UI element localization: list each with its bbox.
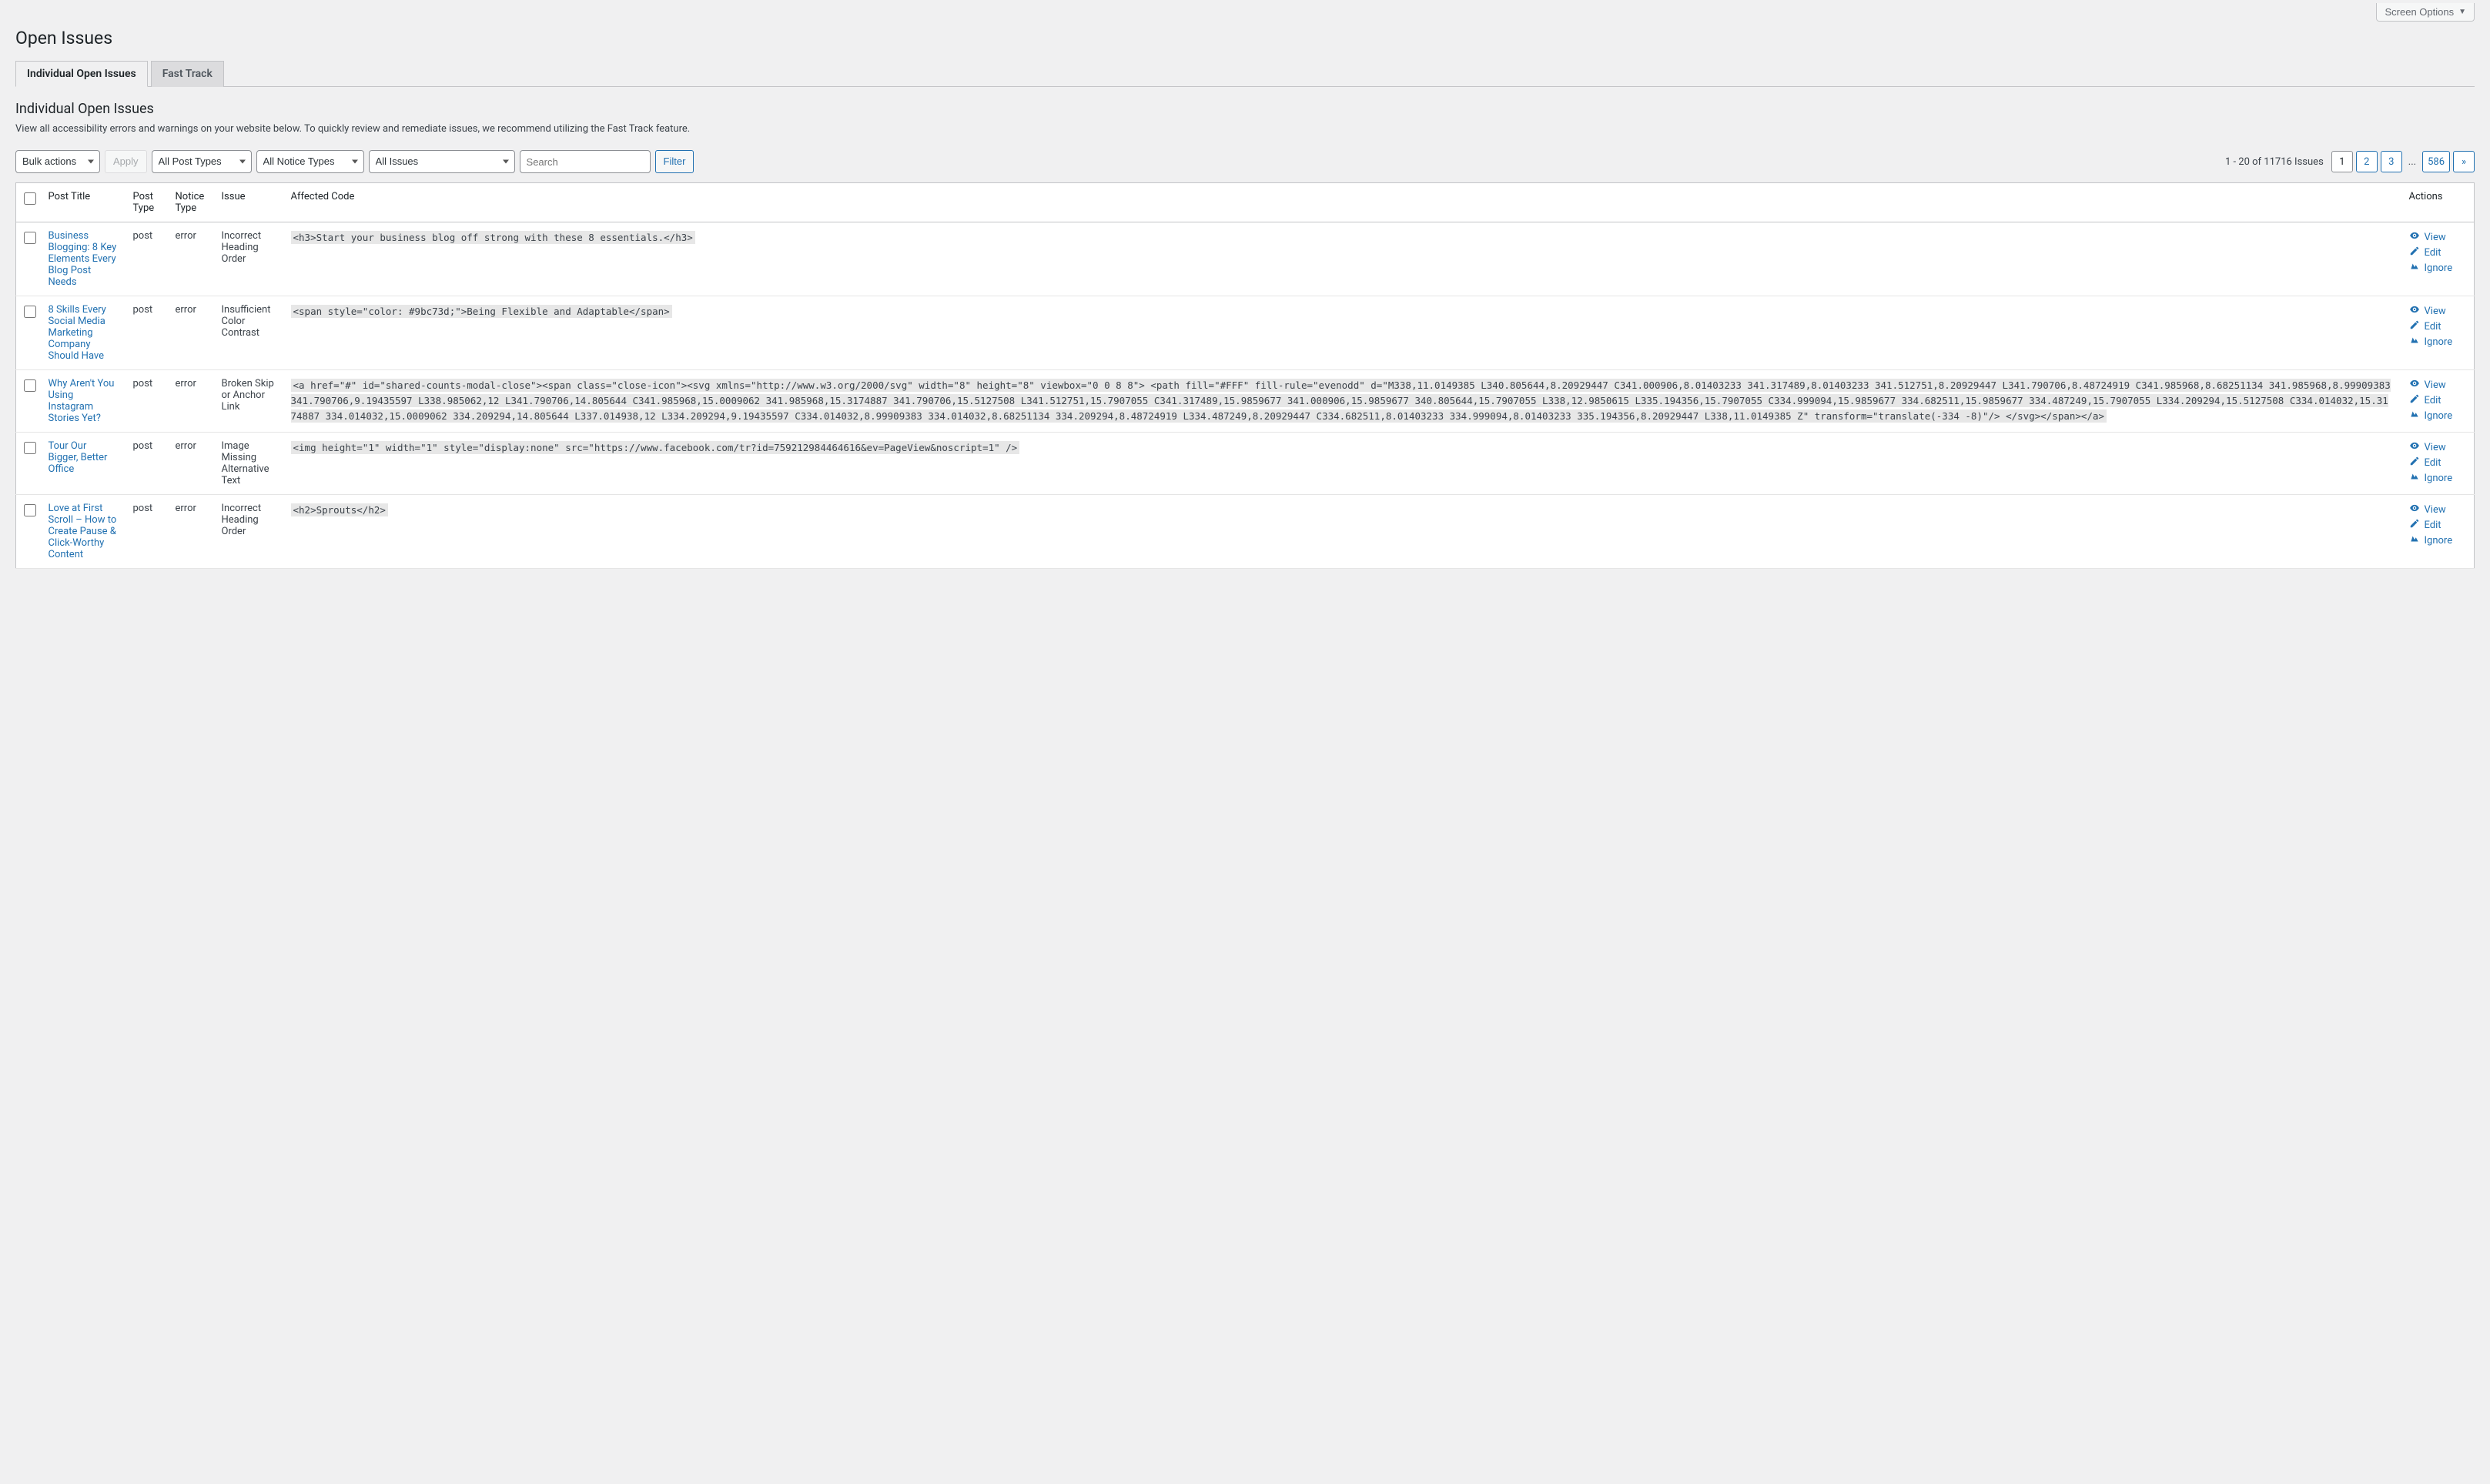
pencil-icon — [2409, 319, 2420, 333]
ignore-action[interactable]: Ignore — [2409, 261, 2453, 275]
notice-types-select[interactable]: All Notice Types — [256, 150, 364, 173]
ignore-action[interactable]: Ignore — [2409, 533, 2453, 547]
pencil-icon — [2409, 456, 2420, 470]
page-last[interactable]: 586 — [2422, 151, 2450, 172]
table-row: Love at First Scroll – How to Create Pau… — [16, 495, 2475, 569]
ignore-action[interactable]: Ignore — [2409, 335, 2453, 349]
eye-icon — [2409, 304, 2420, 318]
eye-icon — [2409, 230, 2420, 244]
table-row: Business Blogging: 8 Key Elements Every … — [16, 222, 2475, 296]
row-checkbox[interactable] — [24, 504, 36, 516]
col-issue: Issue — [214, 183, 283, 222]
eye-icon — [2409, 378, 2420, 392]
affected-code: <img height="1" width="1" style="display… — [291, 441, 1020, 454]
pencil-icon — [2409, 246, 2420, 259]
notice-type-cell: error — [168, 495, 214, 569]
post-type-cell: post — [126, 222, 168, 296]
eye-icon — [2409, 503, 2420, 516]
pencil-icon — [2409, 518, 2420, 532]
post-title-link[interactable]: Why Aren't You Using Instagram Stories Y… — [49, 378, 115, 424]
tab-bar: Individual Open Issues Fast Track — [15, 61, 2475, 87]
row-checkbox[interactable] — [24, 232, 36, 244]
col-notice-type: Notice Type — [168, 183, 214, 222]
wave-icon — [2409, 261, 2420, 275]
select-all-checkbox[interactable] — [24, 192, 36, 205]
page-1[interactable]: 1 — [2331, 151, 2353, 172]
view-action[interactable]: View — [2409, 440, 2446, 454]
post-title-link[interactable]: Tour Our Bigger, Better Office — [49, 440, 108, 475]
apply-button[interactable]: Apply — [105, 150, 147, 173]
post-title-link[interactable]: 8 Skills Every Social Media Marketing Co… — [49, 304, 106, 362]
issues-table: Post Title Post Type Notice Type Issue A… — [15, 182, 2475, 569]
post-types-select[interactable]: All Post Types — [152, 150, 252, 173]
view-action[interactable]: View — [2409, 378, 2446, 392]
row-checkbox[interactable] — [24, 379, 36, 392]
issues-select[interactable]: All Issues — [369, 150, 515, 173]
edit-action[interactable]: Edit — [2409, 518, 2441, 532]
edit-action[interactable]: Edit — [2409, 393, 2441, 407]
ignore-action[interactable]: Ignore — [2409, 471, 2453, 485]
section-title: Individual Open Issues — [15, 101, 2475, 117]
section-description: View all accessibility errors and warnin… — [15, 123, 2475, 135]
affected-code: <h3>Start your business blog off strong … — [291, 231, 695, 244]
notice-type-cell: error — [168, 296, 214, 370]
issue-cell: Image Missing Alternative Text — [214, 433, 283, 495]
notice-type-cell: error — [168, 433, 214, 495]
wave-icon — [2409, 335, 2420, 349]
col-post-type: Post Type — [126, 183, 168, 222]
notice-type-cell: error — [168, 222, 214, 296]
pagination-summary: 1 - 20 of 11716 Issues — [2225, 156, 2324, 168]
tab-individual-open-issues[interactable]: Individual Open Issues — [15, 61, 148, 87]
page-3[interactable]: 3 — [2381, 151, 2402, 172]
row-checkbox[interactable] — [24, 306, 36, 318]
search-input[interactable] — [520, 150, 651, 173]
filter-button[interactable]: Filter — [655, 150, 694, 173]
row-checkbox[interactable] — [24, 442, 36, 454]
chevron-down-icon: ▼ — [2458, 8, 2466, 16]
post-title-link[interactable]: Love at First Scroll – How to Create Pau… — [49, 503, 117, 560]
col-post-title: Post Title — [41, 183, 126, 222]
wave-icon — [2409, 471, 2420, 485]
edit-action[interactable]: Edit — [2409, 246, 2441, 259]
col-actions: Actions — [2401, 183, 2475, 222]
view-action[interactable]: View — [2409, 230, 2446, 244]
notice-type-cell: error — [168, 370, 214, 433]
table-row: Tour Our Bigger, Better Office post erro… — [16, 433, 2475, 495]
affected-code: <a href="#" id="shared-counts-modal-clos… — [291, 379, 2391, 423]
ignore-action[interactable]: Ignore — [2409, 409, 2453, 423]
table-row: Why Aren't You Using Instagram Stories Y… — [16, 370, 2475, 433]
affected-code: <span style="color: #9bc73d;">Being Flex… — [291, 305, 672, 318]
issue-cell: Incorrect Heading Order — [214, 495, 283, 569]
affected-code: <h2>Sprouts</h2> — [291, 503, 388, 516]
view-action[interactable]: View — [2409, 304, 2446, 318]
pagination-ellipsis: ... — [2405, 156, 2419, 168]
post-type-cell: post — [126, 296, 168, 370]
view-action[interactable]: View — [2409, 503, 2446, 516]
issue-cell: Insufficient Color Contrast — [214, 296, 283, 370]
issue-cell: Incorrect Heading Order — [214, 222, 283, 296]
edit-action[interactable]: Edit — [2409, 319, 2441, 333]
post-title-link[interactable]: Business Blogging: 8 Key Elements Every … — [49, 230, 117, 288]
wave-icon — [2409, 409, 2420, 423]
post-type-cell: post — [126, 495, 168, 569]
edit-action[interactable]: Edit — [2409, 456, 2441, 470]
screen-options-label: Screen Options — [2385, 6, 2454, 18]
page-2[interactable]: 2 — [2356, 151, 2378, 172]
issue-cell: Broken Skip or Anchor Link — [214, 370, 283, 433]
page-title: Open Issues — [15, 28, 2475, 48]
tab-fast-track[interactable]: Fast Track — [151, 61, 224, 87]
post-type-cell: post — [126, 370, 168, 433]
pagination: 1 2 3 ... 586 » — [2331, 151, 2475, 172]
col-affected-code: Affected Code — [283, 183, 2401, 222]
post-type-cell: post — [126, 433, 168, 495]
page-next[interactable]: » — [2453, 151, 2475, 172]
table-row: 8 Skills Every Social Media Marketing Co… — [16, 296, 2475, 370]
eye-icon — [2409, 440, 2420, 454]
screen-options-button[interactable]: Screen Options ▼ — [2376, 3, 2475, 22]
pencil-icon — [2409, 393, 2420, 407]
wave-icon — [2409, 533, 2420, 547]
bulk-actions-select[interactable]: Bulk actions — [15, 150, 100, 173]
